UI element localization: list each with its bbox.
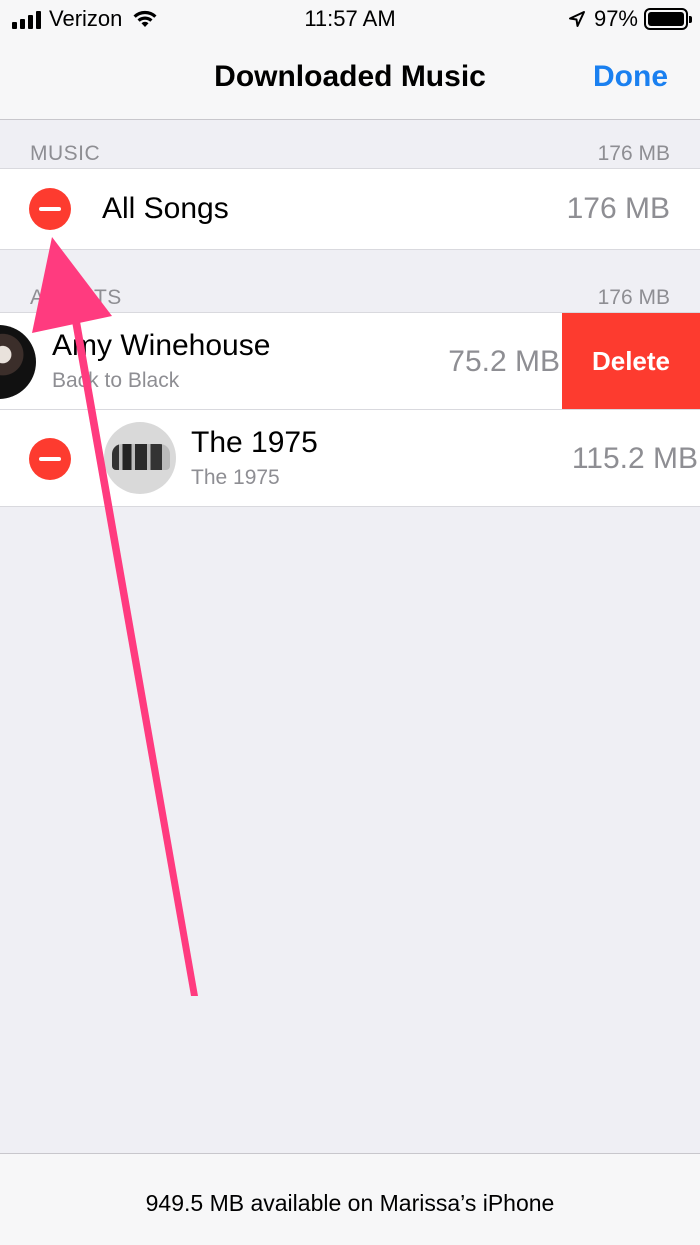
row-title: The 1975 (191, 426, 318, 459)
section-size: 176 MB (597, 286, 670, 309)
storage-footer: 949.5 MB available on Marissa’s iPhone (0, 1153, 700, 1245)
status-right: 97% (568, 6, 692, 32)
navigation-bar: Downloaded Music Done (0, 38, 700, 120)
row-subtitle: Back to Black (52, 369, 180, 392)
section-title: ARTISTS (30, 286, 122, 309)
album-art-image (0, 325, 36, 399)
battery-percent: 97% (593, 6, 638, 31)
list-item-the-1975[interactable]: The 1975 The 1975 115.2 MB (0, 409, 700, 507)
battery-icon (644, 8, 692, 30)
list-item-amy-winehouse[interactable]: Amy Winehouse Back to Black 75.2 MB Dele… (0, 312, 700, 410)
done-button[interactable]: Done (593, 60, 668, 94)
delete-toggle-button[interactable] (29, 438, 71, 480)
row-size: 115.2 MB (571, 442, 698, 475)
section-header-music: MUSIC 176 MB (0, 140, 700, 170)
delete-button[interactable]: Delete (562, 313, 700, 409)
row-size: 75.2 MB (448, 345, 560, 378)
section-header-artists: ARTISTS 176 MB (0, 284, 700, 314)
delete-toggle-button[interactable] (29, 188, 71, 230)
row-size: 176 MB (566, 192, 670, 225)
row-subtitle: The 1975 (191, 466, 280, 489)
list-item-all-songs[interactable]: All Songs 176 MB (0, 168, 700, 250)
row-title: Amy Winehouse (52, 329, 271, 362)
battery-level (648, 12, 684, 26)
location-arrow-icon (568, 11, 585, 27)
section-title: MUSIC (30, 142, 101, 165)
status-bar: Verizon 11:57 AM 97% (0, 0, 700, 38)
album-art-image (104, 422, 176, 494)
row-title: All Songs (102, 192, 229, 225)
storage-available-text: 949.5 MB available on Marissa’s iPhone (145, 1190, 555, 1216)
section-size: 176 MB (597, 142, 670, 165)
